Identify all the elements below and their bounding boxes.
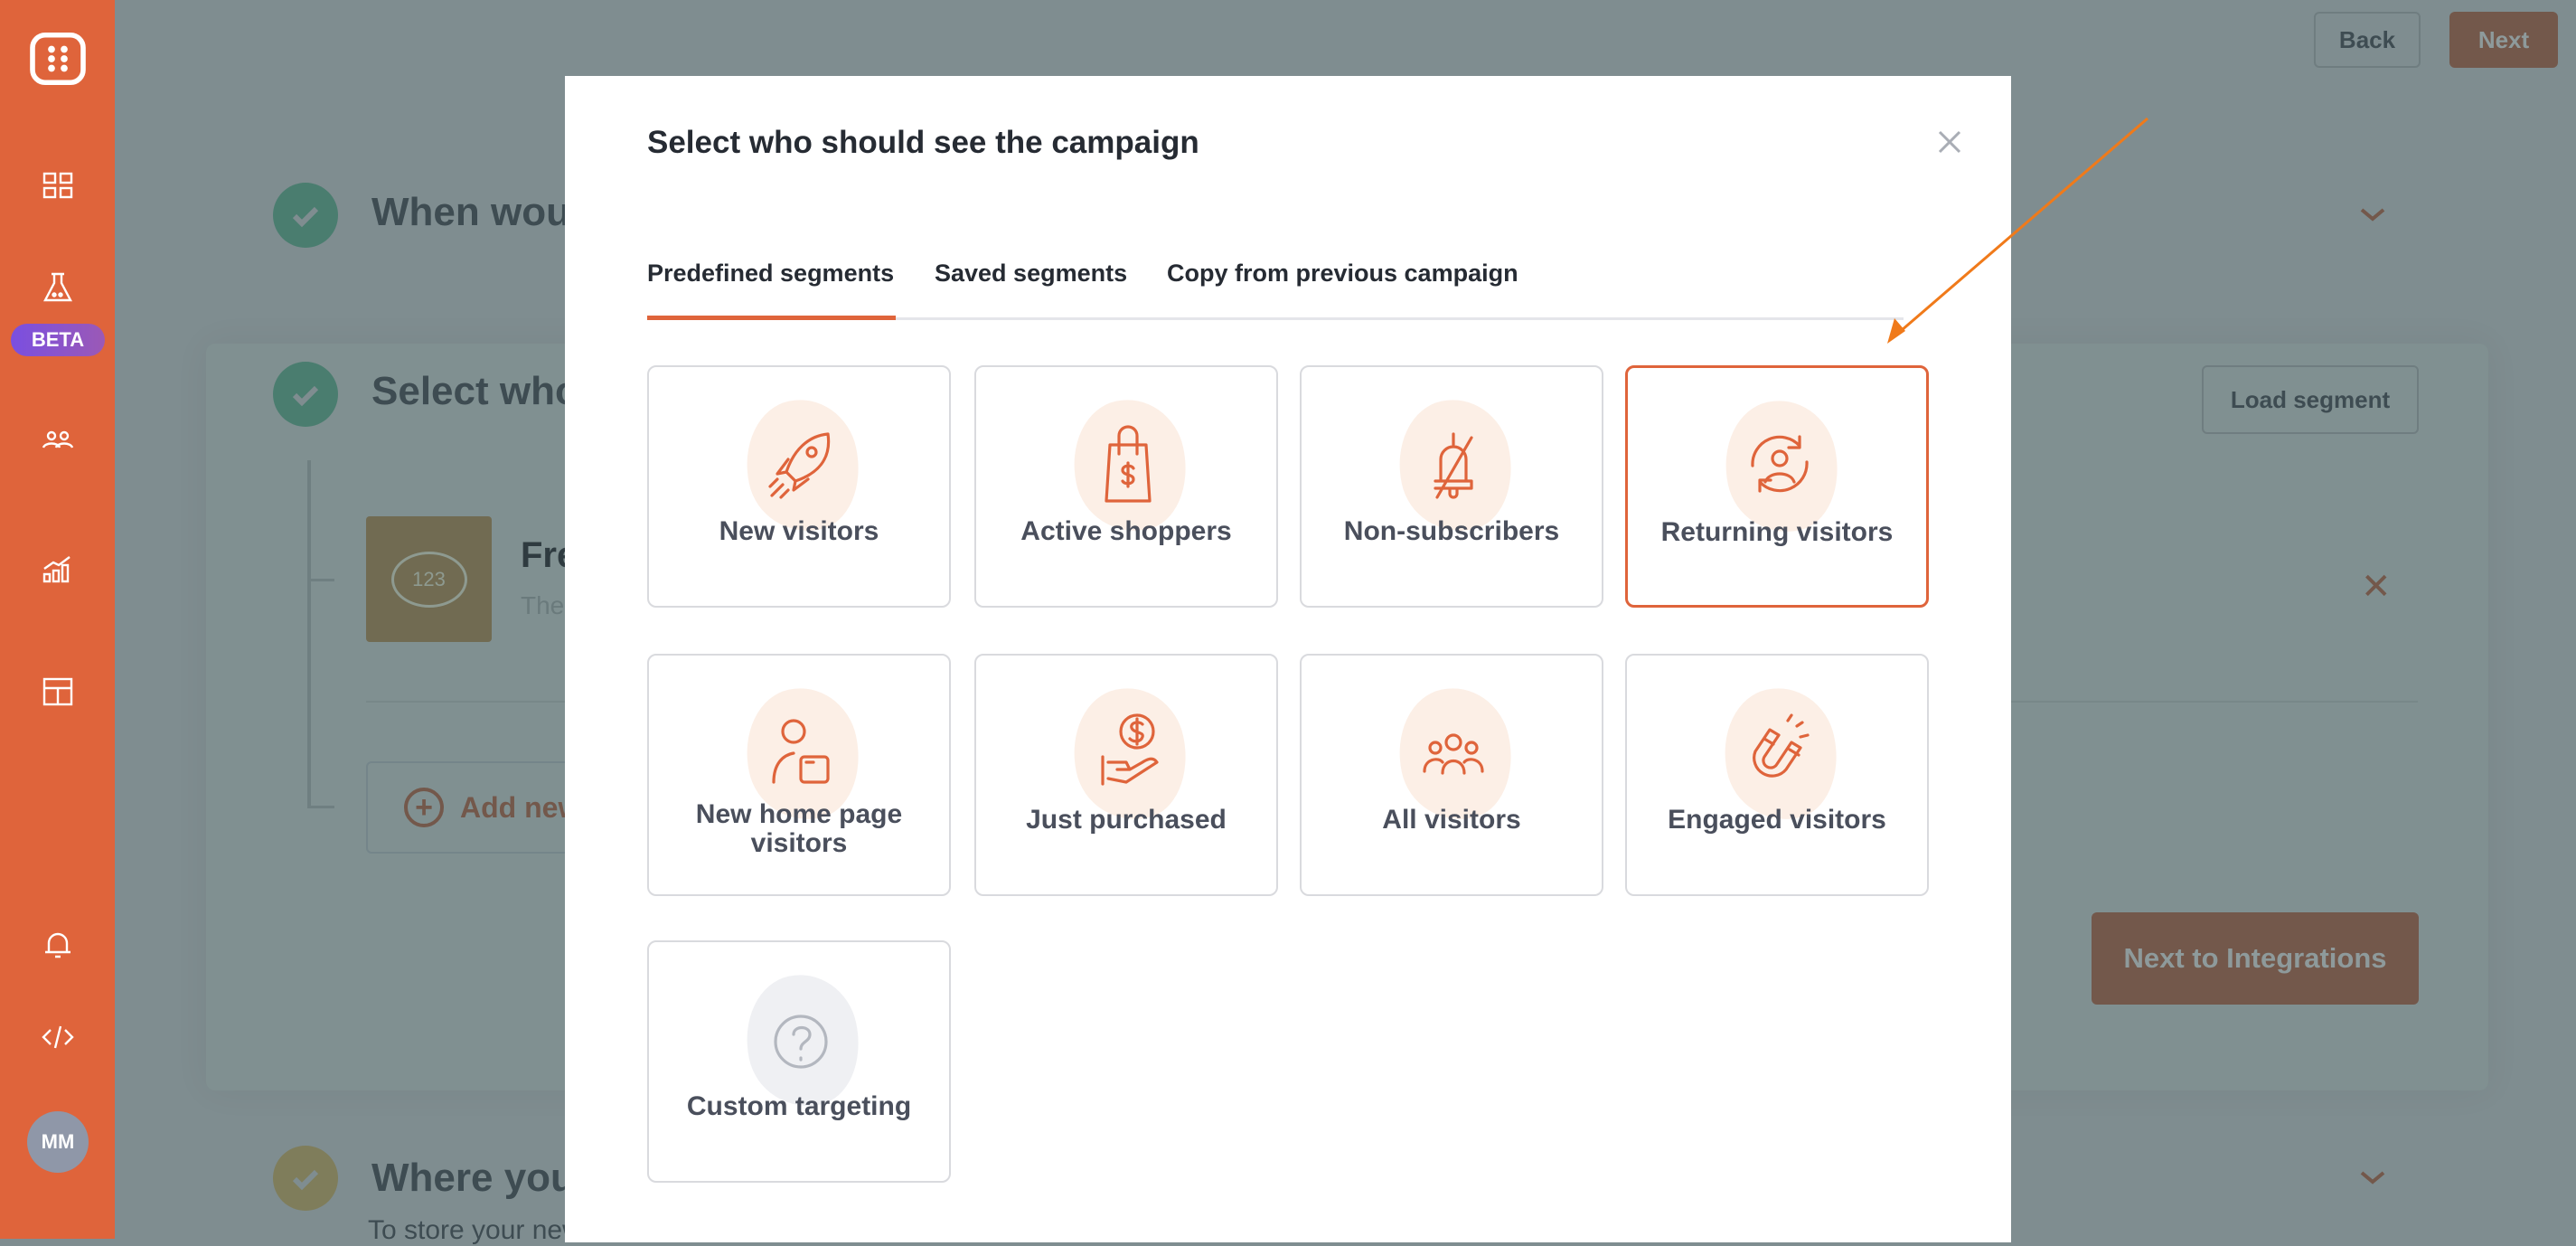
- timeline-branch: [307, 806, 334, 808]
- segment-card-active-shoppers[interactable]: Active shoppers: [974, 365, 1278, 608]
- plus-circle-icon: +: [404, 788, 444, 827]
- next-button[interactable]: Next: [2449, 12, 2558, 68]
- step-title-when: When wou: [371, 190, 570, 235]
- beta-badge: BETA: [11, 324, 105, 356]
- sidebar: BETA MM: [0, 0, 115, 1239]
- flask-icon[interactable]: [0, 269, 115, 306]
- returning-user-icon: [1735, 419, 1825, 509]
- segment-card-custom-targeting[interactable]: Custom targeting: [647, 940, 951, 1183]
- step-complete-icon: [273, 362, 338, 427]
- segment-thumbnail: 123: [366, 516, 492, 642]
- remove-segment-icon[interactable]: ✕: [2361, 566, 2392, 608]
- logo-icon[interactable]: [0, 27, 115, 90]
- rocket-icon: [756, 418, 846, 508]
- analytics-icon[interactable]: [0, 551, 115, 587]
- segment-label: New home page visitors: [658, 800, 940, 858]
- segment-label: Just purchased: [985, 806, 1267, 835]
- templates-icon[interactable]: [0, 674, 115, 710]
- code-icon[interactable]: [0, 1019, 115, 1055]
- frequency-icon: 123: [391, 552, 467, 608]
- chevron-down-icon[interactable]: [2359, 1169, 2386, 1187]
- segment-card-non-subscribers[interactable]: Non-subscribers: [1300, 365, 1603, 608]
- next-to-integrations-button[interactable]: Next to Integrations: [2092, 912, 2419, 1005]
- tab-saved-segments[interactable]: Saved segments: [935, 260, 1127, 288]
- segment-label: Non-subscribers: [1311, 517, 1593, 546]
- magnet-icon: [1734, 706, 1824, 797]
- segment-modal: Select who should see the campaign Prede…: [565, 76, 2011, 1242]
- hand-coin-icon: [1083, 706, 1173, 797]
- bell-icon[interactable]: [0, 927, 115, 963]
- back-button[interactable]: Back: [2314, 12, 2421, 68]
- segment-card-just-purchased[interactable]: Just purchased: [974, 654, 1278, 896]
- step-description: To store your new: [368, 1215, 582, 1246]
- step-complete-icon: [273, 1146, 338, 1211]
- segment-card-new-visitors[interactable]: New visitors: [647, 365, 951, 608]
- avatar[interactable]: MM: [27, 1111, 89, 1173]
- segment-label: All visitors: [1311, 806, 1593, 835]
- segment-label: Custom targeting: [658, 1092, 940, 1121]
- segment-label: Engaged visitors: [1636, 806, 1918, 835]
- modal-title: Select who should see the campaign: [647, 125, 1199, 161]
- segment-card-engaged-visitors[interactable]: Engaged visitors: [1625, 654, 1929, 896]
- dashboard-icon[interactable]: [0, 167, 115, 203]
- tab-copy-previous[interactable]: Copy from previous campaign: [1167, 260, 1518, 288]
- segment-label: Active shoppers: [985, 517, 1267, 546]
- close-icon[interactable]: [1934, 127, 1965, 157]
- user-browser-icon: [756, 706, 846, 797]
- active-tab-indicator: [647, 316, 896, 320]
- tab-predefined-segments[interactable]: Predefined segments: [647, 260, 894, 288]
- load-segment-button[interactable]: Load segment: [2202, 365, 2419, 434]
- bell-off-icon: [1408, 418, 1499, 508]
- segment-card-new-home-page-visitors[interactable]: New home page visitors: [647, 654, 951, 896]
- segment-card-returning-visitors[interactable]: Returning visitors: [1625, 365, 1929, 608]
- step-title-where: Where you: [371, 1156, 575, 1201]
- add-new-label: Add new: [460, 791, 580, 825]
- question-icon: [756, 993, 846, 1083]
- timeline-branch: [307, 579, 334, 581]
- step-complete-icon: [273, 183, 338, 248]
- segment-label: Returning visitors: [1637, 518, 1917, 547]
- group-icon: [1408, 706, 1499, 797]
- segment-label: New visitors: [658, 517, 940, 546]
- audience-icon[interactable]: [0, 422, 115, 458]
- segment-description: The: [521, 591, 564, 620]
- segment-card-all-visitors[interactable]: All visitors: [1300, 654, 1603, 896]
- step-title-who: Select who: [371, 369, 579, 414]
- timeline-line: [307, 460, 311, 807]
- shopping-bag-icon: [1083, 418, 1173, 508]
- chevron-down-icon[interactable]: [2359, 206, 2386, 224]
